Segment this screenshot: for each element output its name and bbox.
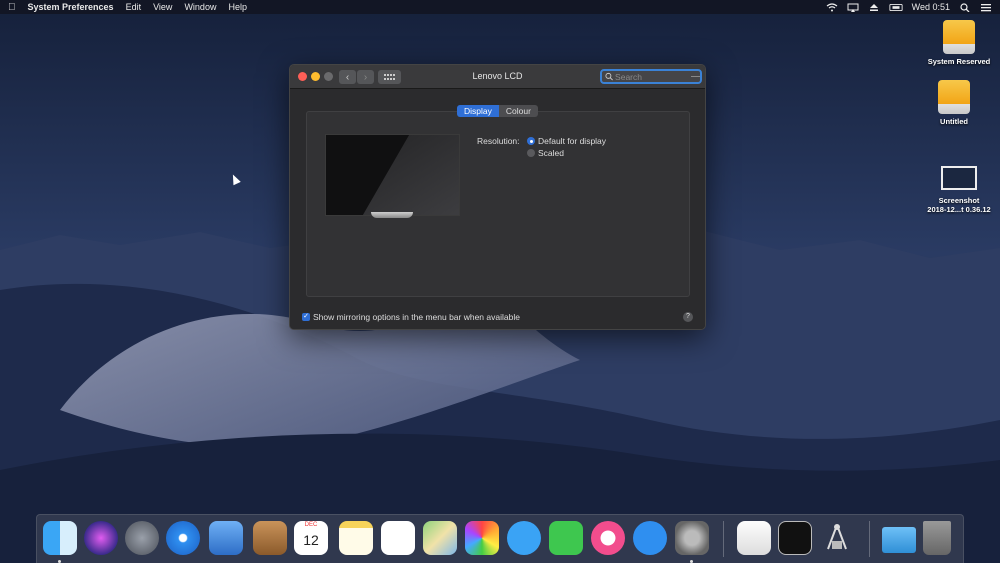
- mirroring-label[interactable]: Show mirroring options in the menu bar w…: [313, 312, 520, 322]
- monitor-preview-image: [325, 134, 460, 216]
- window-content: Display Colour Resolution: Default for d…: [290, 89, 705, 329]
- mail-icon[interactable]: [209, 521, 243, 555]
- apple-menu-icon[interactable]: : [8, 2, 16, 13]
- system-preferences-icon[interactable]: [675, 521, 709, 555]
- menu-edit[interactable]: Edit: [126, 2, 142, 12]
- terminal-icon[interactable]: [778, 521, 812, 555]
- menu-app-name[interactable]: System Preferences: [28, 2, 114, 12]
- itunes-icon[interactable]: [591, 521, 625, 555]
- hard-drive-icon: [938, 80, 970, 114]
- finder-icon[interactable]: [43, 521, 77, 555]
- keyboard-input-icon[interactable]: [889, 3, 903, 12]
- screenshot-file-icon: [941, 166, 977, 190]
- monitor-stand-image: [371, 212, 413, 218]
- show-all-grid-button[interactable]: [378, 70, 401, 84]
- facetime-icon[interactable]: [549, 521, 583, 555]
- tab-display[interactable]: Display: [457, 105, 499, 117]
- desktop-icon-system-reserved[interactable]: System Reserved: [914, 20, 1000, 66]
- back-button[interactable]: ‹: [339, 70, 356, 84]
- desktop-icon-label: Screenshot: [938, 196, 980, 205]
- trash-icon[interactable]: [923, 521, 951, 555]
- menu-view[interactable]: View: [153, 2, 172, 12]
- title-bar[interactable]: ‹ › Lenovo LCD: [290, 65, 705, 89]
- calendar-month: DEC: [304, 522, 318, 528]
- maps-icon[interactable]: [423, 521, 457, 555]
- notes-icon[interactable]: [339, 521, 373, 555]
- minimize-button[interactable]: [311, 72, 320, 81]
- menu-bar:  System Preferences Edit View Window He…: [0, 0, 1000, 14]
- desktop-icon-label: Untitled: [940, 117, 968, 126]
- search-input[interactable]: [613, 71, 690, 82]
- search-icon: [605, 72, 613, 81]
- resolution-default-label[interactable]: Default for display: [538, 136, 606, 146]
- desktop-icon-label: 2018-12...t 0.36.12: [927, 205, 991, 214]
- dock-separator: [723, 521, 724, 557]
- dock-separator: [869, 521, 870, 557]
- resolution-label: Resolution:: [477, 136, 520, 146]
- grid-icon: [384, 73, 395, 80]
- calendar-icon[interactable]: DEC 12: [294, 521, 328, 555]
- reminders-icon[interactable]: [381, 521, 415, 555]
- preferences-window: ‹ › Lenovo LCD Display Colour Resolution…: [289, 64, 706, 330]
- zoom-button[interactable]: [324, 72, 333, 81]
- digital-color-meter-icon[interactable]: [820, 521, 854, 555]
- close-button[interactable]: [298, 72, 307, 81]
- resolution-default-radio[interactable]: [527, 137, 535, 145]
- desktop-icon-untitled[interactable]: Untitled: [909, 80, 999, 126]
- tab-colour[interactable]: Colour: [498, 105, 538, 117]
- launchpad-icon[interactable]: [125, 521, 159, 555]
- airplay-display-icon[interactable]: [847, 3, 859, 12]
- desktop-icon-screenshot[interactable]: Screenshot 2018-12...t 0.36.12: [914, 166, 1000, 214]
- safari-icon[interactable]: [166, 521, 200, 555]
- menu-help[interactable]: Help: [228, 2, 247, 12]
- search-field[interactable]: [600, 69, 702, 84]
- downloads-folder-icon[interactable]: [882, 527, 916, 553]
- forward-button[interactable]: ›: [357, 70, 374, 84]
- app-store-icon[interactable]: [633, 521, 667, 555]
- contacts-icon[interactable]: [253, 521, 287, 555]
- eject-icon[interactable]: [868, 3, 880, 12]
- spotlight-search-icon[interactable]: [959, 2, 971, 12]
- messages-icon[interactable]: [507, 521, 541, 555]
- menu-clock[interactable]: Wed 0:51: [912, 2, 950, 12]
- resolution-scaled-radio[interactable]: [527, 149, 535, 157]
- photos-icon[interactable]: [465, 521, 499, 555]
- notification-center-icon[interactable]: [980, 3, 992, 12]
- menu-window[interactable]: Window: [184, 2, 216, 12]
- wifi-icon[interactable]: [826, 2, 838, 12]
- dock: DEC 12: [36, 514, 964, 563]
- search-clear-icon[interactable]: [691, 76, 700, 77]
- desktop-icon-label: System Reserved: [927, 57, 991, 66]
- hard-drive-icon: [943, 20, 975, 54]
- monitor-screen-reflection: [362, 135, 459, 215]
- color-meter-graphic: [827, 524, 847, 550]
- calendar-day: 12: [303, 532, 319, 548]
- resolution-scaled-label[interactable]: Scaled: [538, 148, 564, 158]
- help-button[interactable]: ?: [683, 312, 693, 322]
- display-panel: Resolution: Default for display Scaled: [306, 111, 690, 297]
- tab-bar: Display Colour: [457, 105, 538, 117]
- mirroring-checkbox[interactable]: ✓: [302, 313, 310, 321]
- siri-icon[interactable]: [84, 521, 118, 555]
- textedit-icon[interactable]: [737, 521, 771, 555]
